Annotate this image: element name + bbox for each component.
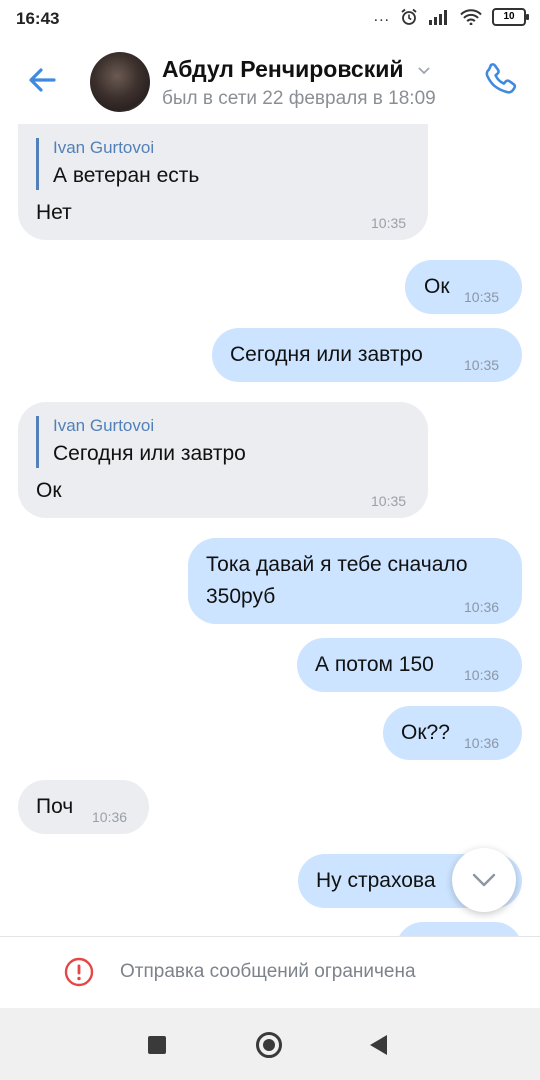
message-text: Сегодня или завтро [230, 343, 423, 366]
contact-name-row[interactable]: Абдул Ренчировский [162, 56, 430, 83]
message-outgoing[interactable]: Сегодня или завтро 10:35 [212, 328, 522, 382]
status-time: 16:43 [16, 9, 60, 28]
restriction-label: Отправка сообщений ограничена [120, 961, 416, 982]
status-icons: ... 10 [373, 8, 529, 26]
message-list[interactable]: Ivan Gurtovoi А ветеран есть Нет 10:35 О… [0, 124, 540, 936]
message-incoming[interactable]: Поч 10:36 [18, 780, 149, 834]
message-text: Нет [36, 201, 72, 224]
chevron-down-icon [472, 873, 496, 887]
message-text: Поч [36, 795, 74, 818]
reply-author: Ivan Gurtovoi [53, 416, 155, 435]
phone-icon[interactable] [482, 60, 520, 98]
last-seen: был в сети 22 февраля в 18:09 [162, 88, 436, 109]
warning-icon [64, 957, 94, 987]
home-icon[interactable] [256, 1032, 282, 1058]
back-icon[interactable] [370, 1035, 387, 1055]
message-time: 10:35 [464, 289, 500, 305]
notification-dots-icon: ... [373, 8, 390, 25]
back-arrow-icon[interactable] [24, 62, 60, 98]
reply-quote[interactable]: Ivan Gurtovoi А ветеран есть [36, 138, 199, 190]
message-outgoing[interactable]: Тока давай я тебе сначало 350руб 10:36 [188, 538, 522, 624]
message-time: 10:36 [464, 735, 500, 751]
recents-icon[interactable] [148, 1036, 166, 1054]
message-outgoing[interactable] [396, 922, 522, 936]
messaging-restricted-bar: Отправка сообщений ограничена [0, 936, 540, 1009]
message-text: Ок [36, 479, 62, 502]
reply-text: А ветеран есть [53, 164, 200, 187]
signal-icon [429, 10, 447, 25]
status-bar: 16:43 ... 10 [0, 0, 540, 38]
chat-header: Абдул Ренчировский был в сети 22 февраля… [0, 38, 540, 124]
message-text: А потом 150 [315, 653, 434, 676]
reply-text: Сегодня или завтро [53, 442, 246, 465]
message-time: 10:36 [92, 809, 128, 825]
contact-name: Абдул Ренчировский [162, 56, 404, 82]
reply-author: Ivan Gurtovoi [53, 138, 155, 157]
message-time: 10:35 [371, 215, 407, 231]
message-incoming[interactable]: Ivan Gurtovoi Сегодня или завтро Ок 10:3… [18, 402, 428, 518]
message-time: 10:35 [371, 493, 407, 509]
battery-indicator: 10 [492, 8, 529, 26]
message-outgoing[interactable]: Ок?? 10:36 [383, 706, 522, 760]
wifi-icon [460, 9, 482, 25]
alarm-icon [401, 8, 417, 25]
message-text: Ну страхова [316, 869, 436, 892]
message-time: 10:35 [464, 357, 500, 373]
system-nav-bar [0, 1008, 540, 1080]
chevron-down-icon [418, 67, 430, 75]
reply-quote[interactable]: Ivan Gurtovoi Сегодня или завтро [36, 416, 246, 468]
message-time: 10:36 [464, 599, 500, 615]
avatar[interactable] [90, 52, 150, 112]
scroll-down-button[interactable] [452, 848, 516, 912]
message-text: Ок?? [401, 721, 450, 744]
message-text: Ок [424, 275, 450, 298]
message-text-line1: Тока давай я тебе сначало [206, 553, 468, 576]
message-incoming[interactable]: Ivan Gurtovoi А ветеран есть Нет 10:35 [18, 124, 428, 240]
message-outgoing[interactable]: Ок 10:35 [405, 260, 522, 314]
message-outgoing[interactable]: А потом 150 10:36 [297, 638, 522, 692]
message-time: 10:36 [464, 667, 500, 683]
message-text-line2: 350руб [206, 585, 276, 608]
